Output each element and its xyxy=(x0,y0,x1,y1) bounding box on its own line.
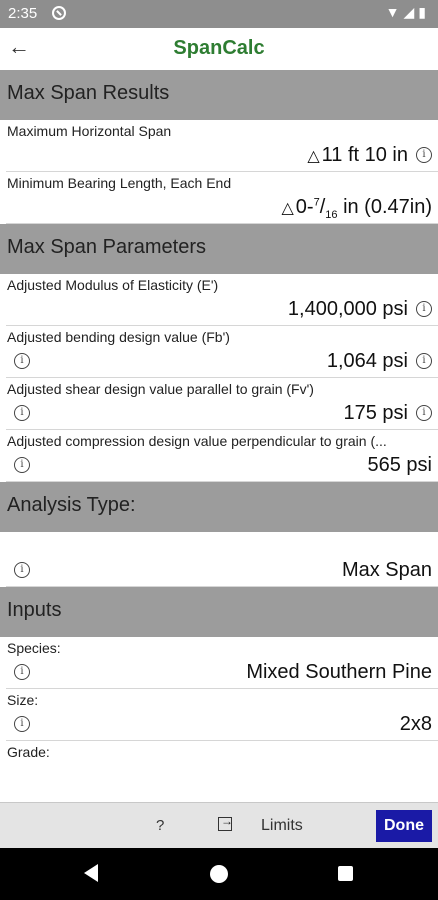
info-icon[interactable]: i xyxy=(14,353,30,369)
done-button[interactable]: Done xyxy=(376,810,432,842)
modulus-row: 1,400,000 psi i xyxy=(6,293,438,326)
size-row[interactable]: i 2x8 xyxy=(6,708,438,741)
export-icon[interactable] xyxy=(218,814,233,831)
compression-label: Adjusted compression design value perpen… xyxy=(7,433,387,449)
warning-triangle-icon: △ xyxy=(281,200,294,217)
size-label: Size: xyxy=(7,692,39,708)
bottom-toolbar: ? Limits Done xyxy=(0,802,438,849)
nav-home-icon[interactable] xyxy=(210,865,228,883)
info-icon[interactable]: i xyxy=(14,457,30,473)
shear-row: i 175 psi i xyxy=(6,397,438,430)
results-section-header: Max Span Results xyxy=(0,70,438,120)
min-bearing-suffix: in (0.47in) xyxy=(343,196,432,218)
bending-label: Adjusted bending design value (Fb') xyxy=(7,329,230,345)
analysis-spacer xyxy=(0,532,438,554)
info-icon[interactable]: i xyxy=(14,664,30,680)
shear-value: 175 psi xyxy=(343,402,409,424)
app-title: SpanCalc xyxy=(173,37,265,59)
info-icon[interactable]: i xyxy=(416,405,432,421)
help-icon[interactable]: ? xyxy=(156,817,164,834)
modulus-label: Adjusted Modulus of Elasticity (E') xyxy=(7,277,219,293)
do-not-disturb-icon xyxy=(52,6,66,20)
grade-label: Grade: xyxy=(7,744,50,760)
info-icon[interactable]: i xyxy=(14,562,30,578)
info-icon[interactable]: i xyxy=(14,405,30,421)
analysis-type-row[interactable]: i Max Span xyxy=(6,554,438,587)
status-time: 2:35 xyxy=(8,5,38,22)
status-bar: 2:35 ▼◢▮ xyxy=(0,0,438,28)
species-value[interactable]: Mixed Southern Pine xyxy=(246,661,432,684)
max-span-text: 11 ft 10 in xyxy=(321,144,408,166)
min-bearing-denominator: 16 xyxy=(325,209,338,221)
max-span-label: Maximum Horizontal Span xyxy=(7,123,172,139)
bending-row: i 1,064 psi i xyxy=(6,345,438,378)
warning-triangle-icon: △ xyxy=(307,148,320,165)
min-bearing-label: Minimum Bearing Length, Each End xyxy=(7,175,232,191)
min-bearing-row: △ 0-7/16 in (0.47in) xyxy=(6,191,438,224)
min-bearing-prefix: 0- xyxy=(295,196,314,218)
inputs-section-header: Inputs xyxy=(0,587,438,637)
status-icons: ▼◢▮ xyxy=(385,4,430,20)
nav-recents-icon[interactable] xyxy=(338,866,353,881)
scroll-content[interactable]: Max Span Results Maximum Horizontal Span… xyxy=(0,70,438,802)
max-span-value: △ 11 ft 10 in xyxy=(307,144,408,167)
bending-value: 1,064 psi xyxy=(326,350,408,372)
limits-button[interactable]: Limits xyxy=(261,817,303,835)
info-icon[interactable]: i xyxy=(416,353,432,369)
min-bearing-value: △ 0-7/16 in (0.47in) xyxy=(281,196,432,221)
analysis-section-header: Analysis Type: xyxy=(0,482,438,532)
analysis-type-value[interactable]: Max Span xyxy=(342,559,432,582)
system-nav-bar xyxy=(0,848,438,900)
compression-value: 565 psi xyxy=(367,454,433,476)
shear-label: Adjusted shear design value parallel to … xyxy=(7,381,314,397)
species-label: Species: xyxy=(7,640,61,656)
max-span-row: △ 11 ft 10 in i xyxy=(6,139,438,172)
info-icon[interactable]: i xyxy=(416,301,432,317)
size-value[interactable]: 2x8 xyxy=(400,713,432,736)
modulus-value: 1,400,000 psi xyxy=(287,298,408,320)
parameters-section-header: Max Span Parameters xyxy=(0,224,438,274)
species-row[interactable]: i Mixed Southern Pine xyxy=(6,656,438,689)
min-bearing-numerator: 7 xyxy=(313,196,320,209)
info-icon[interactable]: i xyxy=(416,147,432,163)
compression-row: i 565 psi xyxy=(6,449,438,482)
nav-back-icon[interactable] xyxy=(84,864,98,882)
info-icon[interactable]: i xyxy=(14,716,30,732)
app-bar: ← SpanCalc xyxy=(0,28,438,71)
